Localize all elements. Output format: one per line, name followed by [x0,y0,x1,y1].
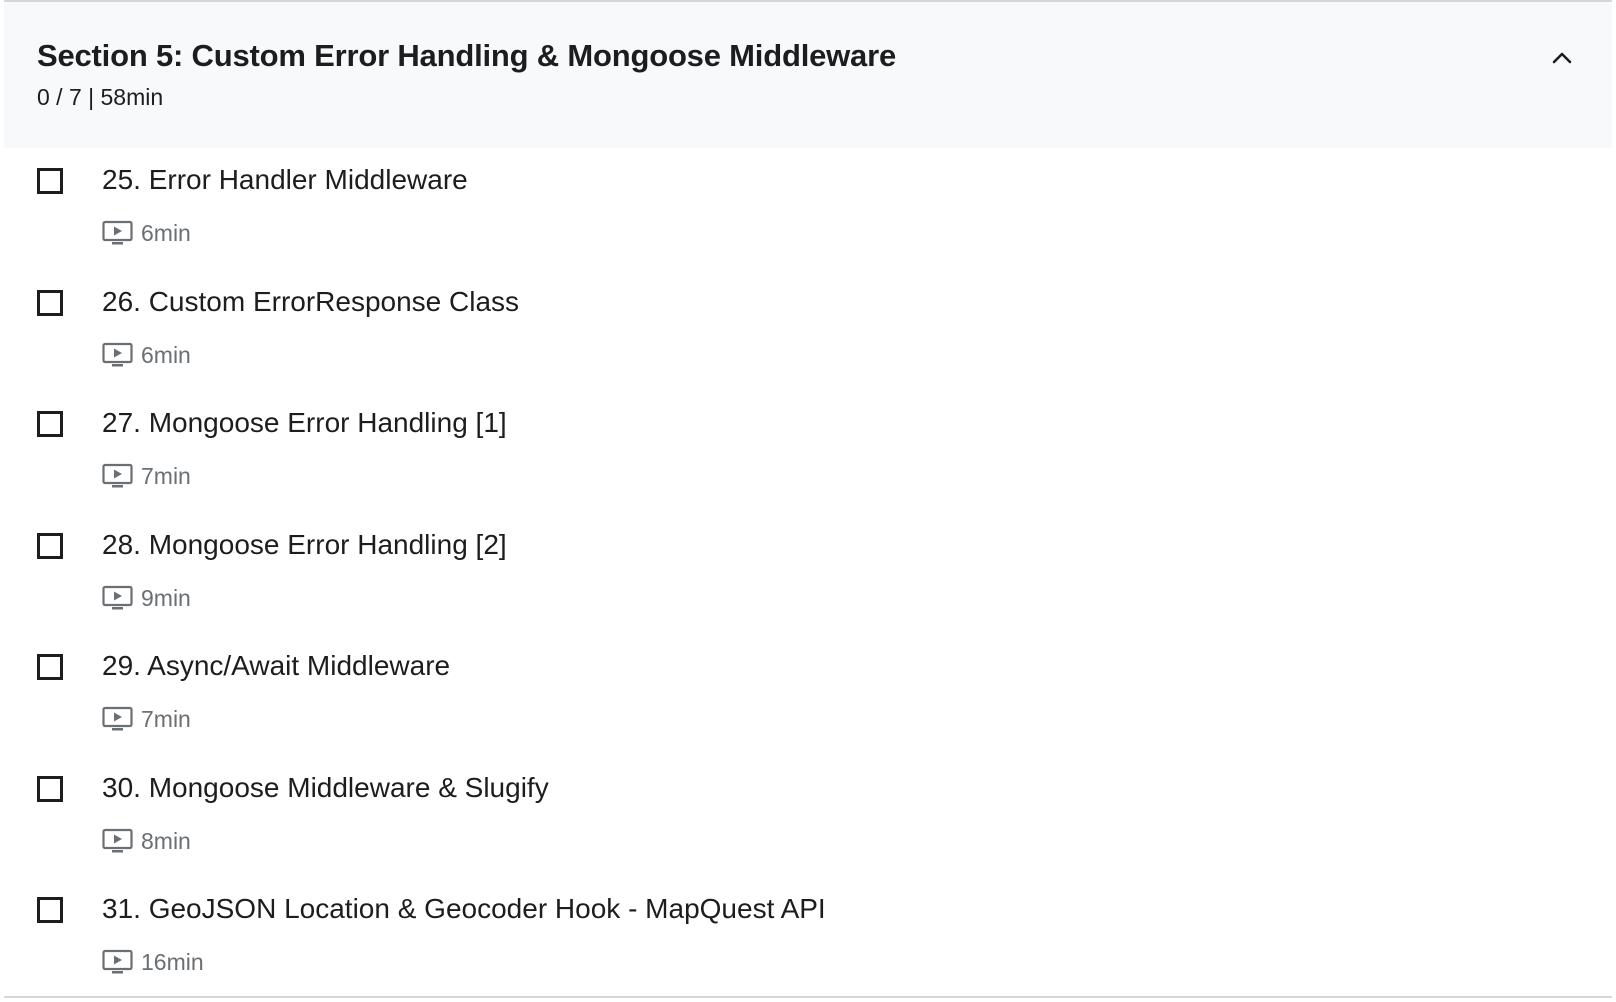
lecture-item[interactable]: 27. Mongoose Error Handling [1] 7min [4,391,1612,513]
lecture-item[interactable]: 25. Error Handler Middleware 6min [4,148,1612,270]
lecture-title: 26. Custom ErrorResponse Class [102,285,520,317]
lecture-item[interactable]: 30. Mongoose Middleware & Slugify 8min [4,756,1612,878]
lecture-complete-checkbox[interactable] [37,532,63,559]
section-header[interactable]: Section 5: Custom Error Handling & Mongo… [4,2,1612,148]
lecture-duration: 7min [141,463,191,489]
lecture-meta: 6min [102,218,191,248]
section-title: Section 5: Custom Error Handling & Mongo… [37,38,897,73]
lecture-meta: 8min [102,826,191,856]
lecture-list: 25. Error Handler Middleware 6min 26. Cu… [4,148,1612,999]
lecture-meta: 7min [102,704,191,734]
lecture-item[interactable]: 29. Async/Await Middleware 7min [4,634,1612,756]
lecture-title: 31. GeoJSON Location & Geocoder Hook - M… [102,893,826,924]
video-icon [102,585,133,609]
video-icon [102,706,133,731]
lecture-complete-checkbox[interactable] [37,168,63,194]
chevron-up-icon[interactable] [1550,46,1574,70]
video-icon [102,220,133,245]
lecture-duration: 8min [141,827,191,854]
lecture-meta: 9min [102,583,191,613]
lecture-duration: 16min [141,949,204,975]
video-icon [102,463,133,488]
video-icon [102,828,133,852]
video-icon [102,342,133,366]
lecture-title: 28. Mongoose Error Handling [2] [102,528,507,560]
section-progress: 0 / 7 | 58min [37,84,164,110]
curriculum-panel: Section 5: Custom Error Handling & Mongo… [4,0,1612,1002]
lecture-meta: 7min [102,461,191,491]
lecture-complete-checkbox[interactable] [37,654,63,680]
lecture-item[interactable]: 26. Custom ErrorResponse Class 6min [4,270,1612,392]
lecture-title: 29. Async/Await Middleware [102,650,451,681]
lecture-duration: 6min [141,341,191,368]
lecture-item[interactable]: 31. GeoJSON Location & Geocoder Hook - M… [4,877,1612,999]
lecture-duration: 6min [141,220,191,246]
lecture-complete-checkbox[interactable] [37,775,63,802]
lecture-title: 25. Error Handler Middleware [102,164,468,195]
lecture-complete-checkbox[interactable] [37,289,63,316]
lecture-duration: 9min [141,584,191,611]
lecture-meta: 6min [102,340,191,370]
lecture-complete-checkbox[interactable] [37,411,63,437]
video-icon [102,949,133,974]
lecture-complete-checkbox[interactable] [37,897,63,923]
lecture-meta: 16min [102,947,204,977]
lecture-title: 30. Mongoose Middleware & Slugify [102,771,549,803]
lecture-item[interactable]: 28. Mongoose Error Handling [2] 9min [4,513,1612,635]
lecture-duration: 7min [141,706,191,732]
lecture-title: 27. Mongoose Error Handling [1] [102,407,507,438]
